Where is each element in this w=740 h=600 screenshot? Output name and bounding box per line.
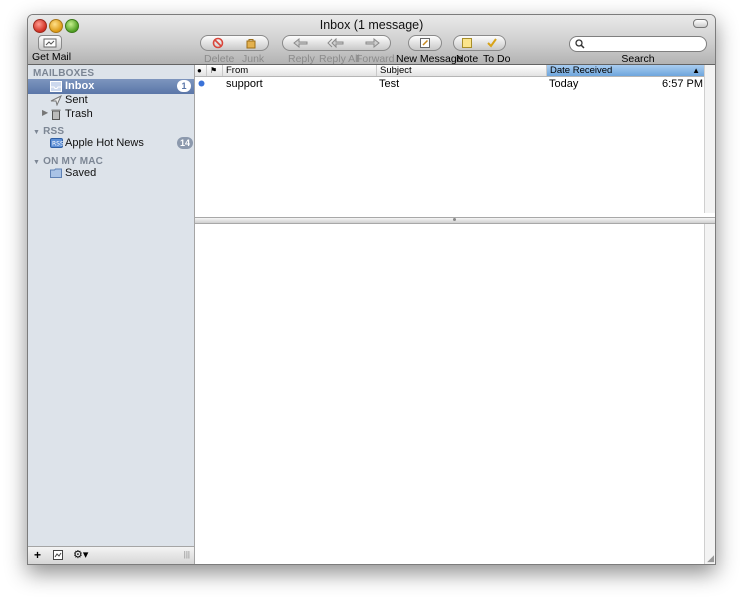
sidebar-resize-handle[interactable]: ||| <box>184 550 190 559</box>
search-field[interactable] <box>569 36 707 52</box>
sidebar-item-saved[interactable]: Saved <box>28 166 194 181</box>
sidebar-item-label: Inbox <box>65 80 95 92</box>
message-date: Today <box>549 78 579 90</box>
sidebar-bottom-bar: + ⚙▾ ||| <box>28 546 194 564</box>
pane-splitter[interactable] <box>195 217 715 224</box>
svg-text:RSS: RSS <box>52 141 63 148</box>
forward-icon[interactable] <box>354 35 391 51</box>
unread-dot-icon <box>198 80 205 87</box>
trash-icon <box>51 109 61 120</box>
sidebar-item-inbox[interactable]: Inbox 1 <box>28 79 194 94</box>
toolbar: Inbox (1 message) Get Mail Delete Junk R… <box>28 15 715 65</box>
sort-ascending-icon: ▲ <box>692 66 700 75</box>
column-date-received-label: Date Received <box>550 65 613 76</box>
junk-icon[interactable] <box>234 35 269 51</box>
get-mail-button[interactable]: Get Mail <box>32 34 72 63</box>
note-icon[interactable] <box>453 35 480 51</box>
search-input[interactable] <box>588 37 698 51</box>
column-date-received[interactable]: Date Received ▲ <box>546 65 705 76</box>
message-subject: Test <box>379 78 400 90</box>
delete-icon[interactable] <box>200 35 236 51</box>
note-button[interactable]: Note <box>456 53 478 65</box>
todo-icon[interactable] <box>478 35 506 51</box>
new-message-button[interactable]: New Message <box>396 34 463 65</box>
new-message-label: New Message <box>396 53 463 65</box>
sidebar-item-label: Sent <box>65 94 88 106</box>
get-mail-icon <box>38 35 62 51</box>
window-title: Inbox (1 message) <box>319 18 424 32</box>
delete-button[interactable]: Delete <box>204 53 234 65</box>
disclosure-triangle-icon[interactable]: ▶ <box>42 108 48 117</box>
message-time: 6:57 PM <box>662 78 703 90</box>
mailboxes-header: MAILBOXES <box>33 68 95 79</box>
message-from: support <box>226 78 263 90</box>
column-from[interactable]: From <box>222 65 376 76</box>
todo-button[interactable]: To Do <box>483 53 510 65</box>
column-subject[interactable]: Subject <box>376 65 546 76</box>
search-icon <box>575 39 585 49</box>
sidebar-item-apple-hot-news[interactable]: RSS Apple Hot News 14 <box>28 136 194 151</box>
reply-button[interactable]: Reply <box>288 53 315 65</box>
reply-icon[interactable] <box>282 35 320 51</box>
message-row[interactable]: support Test Today 6:57 PM <box>195 77 705 90</box>
sidebar-item-label: Apple Hot News <box>65 137 144 149</box>
message-preview-pane <box>195 224 705 564</box>
get-mail-label: Get Mail <box>32 51 72 63</box>
sidebar-item-label: Trash <box>65 108 93 120</box>
add-mailbox-button[interactable]: + <box>34 548 41 562</box>
splitter-grip-icon <box>453 218 456 221</box>
toolbar-toggle-button[interactable] <box>693 19 708 28</box>
preview-scrollbar[interactable] <box>704 224 715 564</box>
message-area: ● ⚑ From Subject Date Received ▲ support… <box>195 65 715 564</box>
forward-button[interactable]: Forward <box>356 53 395 65</box>
column-header-row: ● ⚑ From Subject Date Received ▲ <box>195 65 705 77</box>
new-message-icon <box>408 35 442 51</box>
reply-all-icon[interactable] <box>318 35 355 51</box>
message-list-scrollbar[interactable] <box>704 65 715 213</box>
column-status[interactable]: ● <box>195 65 206 76</box>
show-photo-browser-icon[interactable] <box>53 550 63 560</box>
rss-feed-icon: RSS <box>50 138 63 148</box>
column-flag[interactable]: ⚑ <box>206 65 222 76</box>
inbox-icon <box>50 81 62 92</box>
disclosure-triangle-icon: ▼ <box>33 159 41 166</box>
window-resize-grip-icon[interactable]: ◢ <box>707 553 714 564</box>
junk-button[interactable]: Junk <box>242 53 264 65</box>
mail-window: Inbox (1 message) Get Mail Delete Junk R… <box>27 14 716 565</box>
action-gear-icon[interactable]: ⚙▾ <box>73 548 88 561</box>
sidebar-item-sent[interactable]: Sent <box>28 93 194 108</box>
search-label: Search <box>621 53 655 65</box>
sidebar-item-trash[interactable]: ▶ Trash <box>28 107 194 122</box>
unread-count-badge: 1 <box>177 80 191 92</box>
reply-all-button[interactable]: Reply All <box>319 53 360 65</box>
unread-count-badge: 14 <box>177 137 194 149</box>
disclosure-triangle-icon: ▼ <box>33 129 41 136</box>
sidebar-item-label: Saved <box>65 167 97 179</box>
mailbox-sidebar: MAILBOXES Inbox 1 Sent ▶ Trash ▼ RSS RSS… <box>28 65 195 564</box>
sent-icon <box>50 95 62 106</box>
folder-icon <box>50 168 62 178</box>
